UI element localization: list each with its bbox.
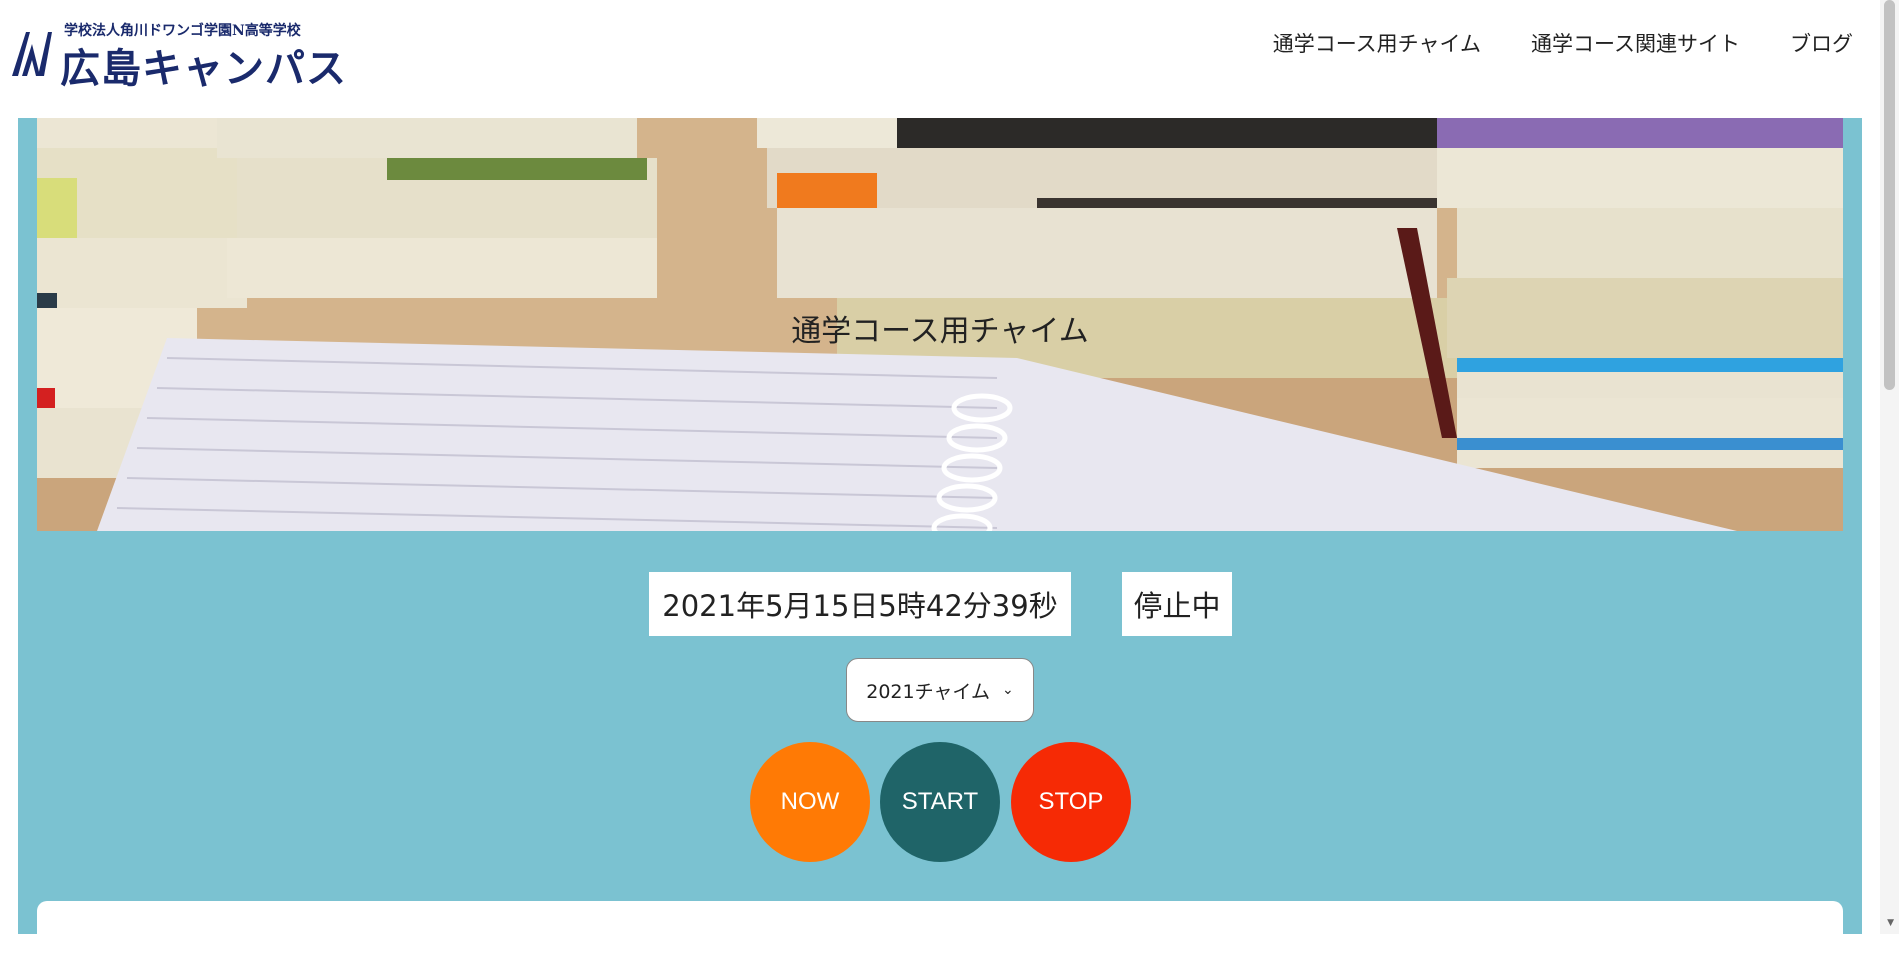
nav-link-related-sites[interactable]: 通学コース関連サイト [1531, 28, 1740, 58]
clock-row: 2021年5月15日5時42分39秒 停止中 [18, 572, 1862, 636]
site-header: 学校法人角川ドワンゴ学園N高等学校 広島キャンパス 通学コース用チャイム 通学コ… [0, 0, 1880, 118]
main-nav: 通学コース用チャイム 通学コース関連サイト ブログ [1273, 28, 1853, 58]
page-scrollbar[interactable]: ▼ [1880, 0, 1899, 934]
scrollbar-thumb[interactable] [1884, 0, 1895, 390]
now-button[interactable]: NOW [750, 742, 870, 862]
content-card [37, 901, 1843, 961]
chime-select[interactable]: 2021チャイム ⌄ [846, 658, 1034, 722]
current-datetime-display: 2021年5月15日5時42分39秒 [649, 572, 1071, 636]
chime-select-value: 2021チャイム [866, 680, 991, 703]
logo-title: 広島キャンパス [60, 45, 347, 92]
main-content: 通学コース用チャイム 2021年5月15日5時42分39秒 停止中 2021チャ… [18, 118, 1862, 961]
hero-banner: 通学コース用チャイム [37, 118, 1843, 531]
stop-button[interactable]: STOP [1011, 742, 1131, 862]
start-button[interactable]: START [880, 742, 1000, 862]
site-logo[interactable]: 学校法人角川ドワンゴ学園N高等学校 広島キャンパス [8, 18, 346, 92]
nav-link-chime[interactable]: 通学コース用チャイム [1273, 28, 1481, 58]
scroll-down-arrow-icon[interactable]: ▼ [1887, 918, 1894, 928]
nav-link-blog[interactable]: ブログ [1790, 28, 1853, 58]
n-school-logo-icon [12, 32, 52, 76]
chime-status-badge: 停止中 [1122, 572, 1232, 636]
chevron-down-icon: ⌄ [1002, 682, 1014, 698]
hero-title: 通学コース用チャイム [791, 314, 1089, 349]
